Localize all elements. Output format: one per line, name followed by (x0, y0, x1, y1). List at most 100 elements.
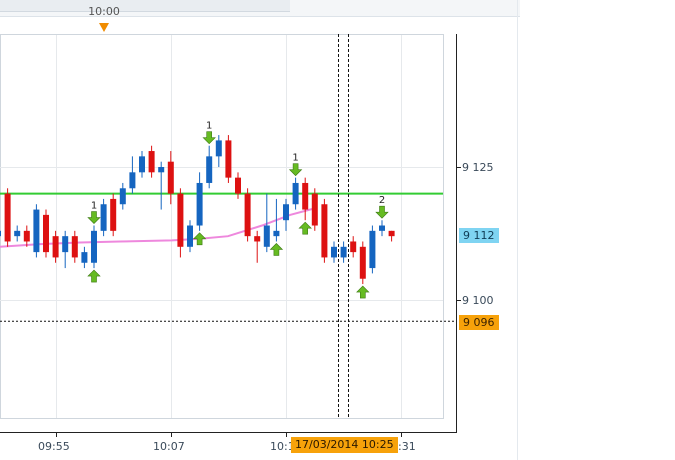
candle (177, 188, 184, 258)
candle (311, 188, 318, 231)
candle-body (215, 140, 222, 157)
candle-body (263, 225, 270, 247)
candle-body (62, 236, 69, 253)
axis-ticks-layer (56, 167, 461, 437)
candle-body (302, 182, 309, 210)
candle-body (340, 246, 347, 258)
fractal-marker: 1 (87, 201, 101, 224)
fractal-marker: 1 (202, 121, 216, 145)
fractal-label: 2 (379, 195, 385, 206)
candle-body (321, 204, 328, 258)
candle (14, 225, 21, 242)
candle (81, 246, 88, 269)
candle (23, 225, 30, 247)
arrow-markers-layer: 1 1 1 2 (87, 121, 389, 299)
candle (235, 172, 241, 199)
candle (350, 236, 357, 258)
fractal-label: 1 (91, 201, 97, 212)
candle-body (369, 230, 376, 269)
candle-body (292, 182, 299, 205)
candle-body (71, 236, 78, 258)
crosshair-layer (0, 34, 456, 418)
candle (100, 198, 107, 237)
candle-body (81, 252, 88, 263)
price-tick-label: 9 125 (462, 161, 494, 174)
candle (215, 135, 222, 167)
candle (71, 230, 78, 263)
candle (331, 241, 337, 263)
fractal-marker (269, 243, 284, 256)
candle-body (235, 177, 241, 194)
candle-body (14, 230, 21, 237)
arrow-up-icon (356, 285, 370, 299)
arrow-up-icon (298, 221, 312, 235)
fractal-marker: 1 (288, 153, 303, 177)
fractal-marker (87, 269, 101, 283)
candle (283, 198, 289, 231)
candle-body (33, 209, 40, 253)
arrow-up-icon (87, 269, 101, 283)
candle (110, 193, 117, 237)
candle-body (119, 188, 126, 205)
candle (148, 145, 155, 178)
candle (129, 156, 136, 194)
candle-body (23, 230, 30, 242)
candle-body (187, 225, 193, 247)
candle (62, 230, 69, 269)
plot-frame (0, 34, 457, 433)
candle (359, 241, 366, 285)
candle (254, 230, 261, 263)
candle (33, 204, 40, 258)
candle-body (148, 151, 155, 173)
candle-body (52, 236, 59, 258)
fractal-marker (298, 221, 312, 235)
candle-body (43, 214, 49, 253)
arrow-up-icon (269, 243, 284, 256)
arrow-down-icon (375, 205, 389, 219)
candle (4, 188, 11, 247)
time-tick-label: 10:07 (153, 440, 185, 453)
candle-body (91, 230, 97, 263)
arrow-down-icon (202, 131, 216, 145)
fractal-marker (356, 285, 370, 299)
candle-body (273, 230, 280, 237)
grid-layer (0, 35, 443, 418)
price-tick-label: 9 100 (462, 294, 494, 307)
candle-body (311, 193, 318, 226)
candle (388, 230, 395, 242)
candle-body (177, 193, 184, 247)
candle (302, 177, 309, 221)
candle-body (100, 204, 107, 231)
fractal-label: 1 (292, 153, 298, 164)
candle (167, 151, 174, 205)
candlestick-chart[interactable]: 1 1 1 2 (0, 0, 675, 460)
arrow-down-icon (87, 211, 101, 224)
candle (43, 209, 49, 258)
plot-border (0, 34, 444, 419)
candle (321, 198, 328, 263)
candle (196, 172, 203, 231)
candle-body (244, 193, 251, 237)
candle-body (388, 230, 395, 237)
candle (340, 241, 347, 263)
candle-body (379, 225, 385, 231)
candle (206, 145, 213, 189)
fractal-label: 1 (206, 121, 212, 132)
candle (187, 220, 193, 253)
current-price-badge: 9 112 (459, 228, 499, 243)
candle-body (110, 198, 117, 231)
crosshair-time-badge: 17/03/2014 10:25 (291, 437, 398, 453)
candle (52, 230, 59, 263)
fractal-marker: 2 (375, 195, 389, 219)
candle (119, 182, 126, 210)
candle-body (359, 246, 366, 279)
candle (292, 177, 299, 210)
candles-layer (0, 135, 395, 285)
candle-body (225, 140, 232, 178)
candle (91, 225, 97, 269)
time-tick-label: 09:55 (38, 440, 70, 453)
candle (139, 151, 145, 178)
candle-body (283, 204, 289, 221)
crosshair-price-badge: 9 096 (459, 315, 499, 330)
candle (225, 135, 232, 183)
